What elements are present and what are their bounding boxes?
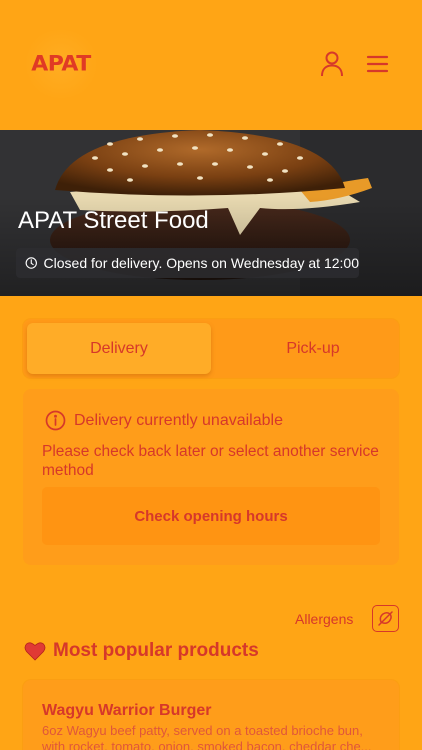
- tab-delivery[interactable]: Delivery: [27, 323, 211, 374]
- delivery-unavailable-card: Delivery currently unavailable Please ch…: [23, 389, 399, 565]
- menu-icon[interactable]: [364, 50, 392, 78]
- hero-banner: APAT Street Food Closed for delivery. Op…: [0, 130, 422, 296]
- delivery-status-text: Closed for delivery. Opens on Wednesday …: [43, 255, 359, 271]
- notice-title: Delivery currently unavailable: [74, 411, 283, 429]
- app-header: APAT: [0, 0, 422, 130]
- logo-text: APAT: [31, 52, 91, 76]
- notice-message: Please check back later or select anothe…: [42, 443, 379, 479]
- user-icon[interactable]: [318, 50, 346, 78]
- page: APAT APAT Street Food Closed for deliver…: [0, 0, 422, 750]
- heart-icon: [24, 642, 46, 661]
- restaurant-name: APAT Street Food: [18, 207, 209, 234]
- allergens-label[interactable]: Allergens: [295, 611, 353, 627]
- tab-pick-up[interactable]: Pick-up: [221, 323, 405, 374]
- product-name: Wagyu Warrior Burger: [42, 702, 212, 719]
- logo[interactable]: APAT: [22, 30, 100, 98]
- notice-header: Delivery currently unavailable: [45, 410, 283, 431]
- allergen-icon: [378, 611, 393, 626]
- product-description: 6oz Wagyu beef patty, served on a toaste…: [42, 723, 372, 750]
- service-tabs: Delivery Pick-up: [23, 319, 399, 378]
- delivery-status-badge: Closed for delivery. Opens on Wednesday …: [16, 248, 359, 278]
- section-title: Most popular products: [24, 640, 259, 662]
- product-card[interactable]: Wagyu Warrior Burger 6oz Wagyu beef patt…: [23, 680, 399, 750]
- check-opening-hours-button[interactable]: Check opening hours: [42, 487, 380, 545]
- section-title-text: Most popular products: [53, 640, 259, 661]
- allergens-button[interactable]: [372, 605, 399, 632]
- clock-icon: [25, 257, 37, 269]
- info-icon: [45, 410, 66, 431]
